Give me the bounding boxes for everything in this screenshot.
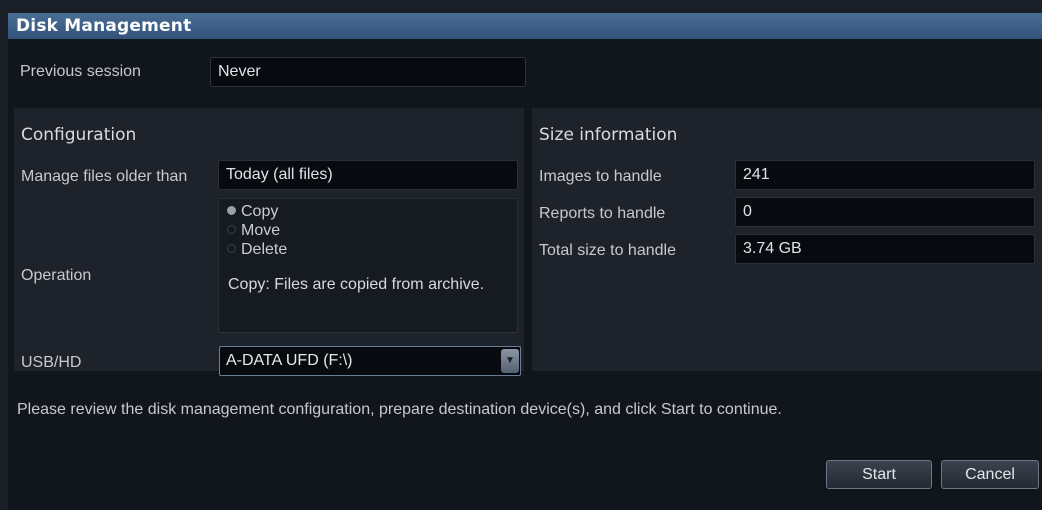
size-information-title: Size information <box>539 125 678 145</box>
total-size-label: Total size to handle <box>539 242 676 259</box>
disk-management-dialog: Disk Management Previous session Never C… <box>8 13 1042 510</box>
manage-files-field[interactable]: Today (all files) <box>218 160 518 190</box>
usb-hd-value: A-DATA UFD (F:\) <box>226 352 353 369</box>
size-information-panel: Size information Images to handle 241 Re… <box>532 108 1042 371</box>
operation-radio-group: Copy Move Delete Copy: Files are copied … <box>218 198 518 333</box>
operation-label: Operation <box>21 267 92 284</box>
manage-files-label: Manage files older than <box>21 168 188 185</box>
radio-unselected-icon <box>227 244 236 253</box>
chevron-down-icon[interactable]: ▼ <box>501 349 519 373</box>
usb-hd-select[interactable]: A-DATA UFD (F:\) ▼ <box>219 346 521 376</box>
radio-copy[interactable]: Copy <box>227 203 278 221</box>
configuration-title: Configuration <box>21 125 137 145</box>
previous-session-field: Never <box>210 57 526 87</box>
total-size-field: 3.74 GB <box>735 234 1035 264</box>
reports-label: Reports to handle <box>539 205 666 222</box>
instruction-message: Please review the disk management config… <box>17 401 782 418</box>
reports-field: 0 <box>735 197 1035 227</box>
images-label: Images to handle <box>539 168 662 185</box>
window-title: Disk Management <box>8 13 1042 39</box>
start-button[interactable]: Start <box>826 460 932 489</box>
configuration-panel: Configuration Manage files older than To… <box>14 108 524 376</box>
usb-hd-label: USB/HD <box>21 354 82 371</box>
operation-description: Copy: Files are copied from archive. <box>228 276 485 293</box>
radio-unselected-icon <box>227 225 236 234</box>
images-field: 241 <box>735 160 1035 190</box>
cancel-button[interactable]: Cancel <box>941 460 1039 489</box>
previous-session-label: Previous session <box>20 63 141 80</box>
radio-move[interactable]: Move <box>227 222 280 240</box>
radio-delete[interactable]: Delete <box>227 241 287 259</box>
radio-selected-icon <box>227 206 236 215</box>
